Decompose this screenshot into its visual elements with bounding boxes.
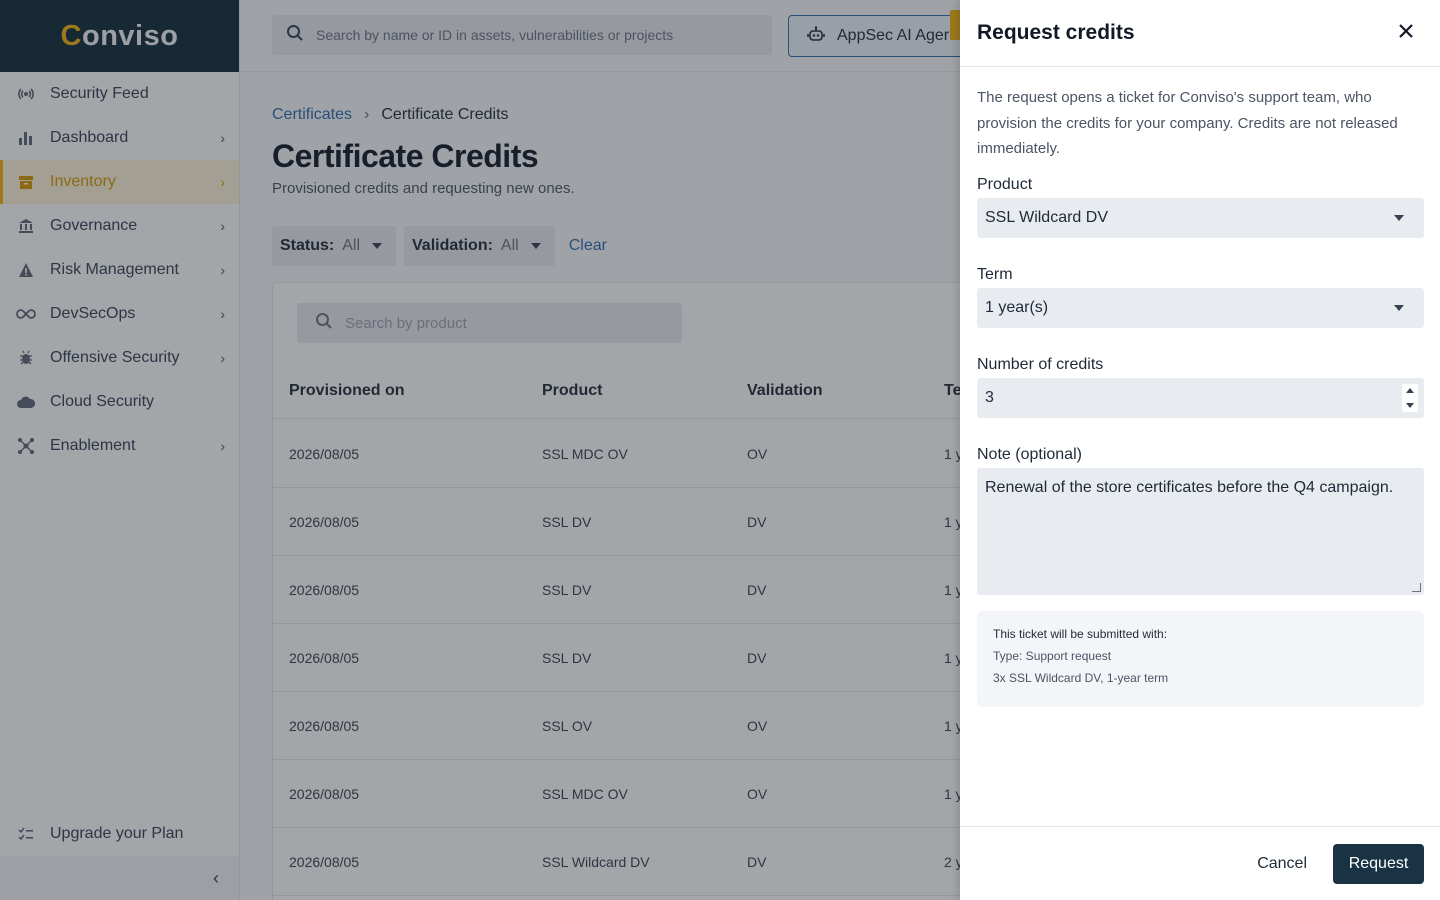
caret-down-icon — [1394, 214, 1404, 221]
summary-detail: 3x SSL Wildcard DV, 1-year term — [993, 670, 1169, 685]
drawer-footer: Cancel Request — [960, 826, 1440, 900]
drawer-backdrop[interactable] — [0, 0, 960, 900]
product-value: SSL Wildcard DV — [985, 208, 1108, 226]
resize-handle-icon[interactable] — [1412, 582, 1421, 592]
request-button[interactable]: Request — [1333, 843, 1424, 884]
product-label: Product — [977, 175, 1033, 193]
ticket-summary-box: This ticket will be submitted with: Type… — [977, 610, 1424, 707]
caret-down-icon — [1394, 304, 1404, 311]
credits-stepper[interactable] — [1402, 383, 1418, 412]
credits-value: 3 — [985, 388, 994, 406]
drawer-intro-text: The request opens a ticket for Conviso's… — [977, 89, 1398, 157]
stepper-up-icon[interactable] — [1406, 387, 1414, 393]
request-credits-drawer: Request credits The request opens a tick… — [960, 0, 1440, 900]
term-select[interactable]: 1 year(s) — [977, 287, 1424, 328]
term-value: 1 year(s) — [985, 298, 1049, 316]
product-select[interactable]: SSL Wildcard DV — [977, 197, 1424, 238]
note-textarea[interactable]: Renewal of the store certificates before… — [977, 467, 1424, 595]
note-label: Note (optional) — [977, 445, 1082, 463]
note-value: Renewal of the store certificates before… — [985, 478, 1394, 496]
summary-title: This ticket will be submitted with: — [993, 626, 1168, 641]
drawer-header: Request credits — [960, 0, 1440, 67]
credits-label: Number of credits — [977, 355, 1104, 373]
drawer-title: Request credits — [977, 21, 1135, 44]
summary-type: Type: Support request — [993, 648, 1112, 663]
credits-number-input[interactable]: 3 — [977, 377, 1424, 418]
drawer-body: The request opens a ticket for Conviso's… — [960, 67, 1440, 707]
stepper-down-icon[interactable] — [1406, 402, 1414, 408]
close-drawer-button[interactable] — [1394, 21, 1418, 45]
close-icon — [1398, 23, 1414, 44]
cancel-button[interactable]: Cancel — [1241, 845, 1323, 883]
term-label: Term — [977, 265, 1013, 283]
